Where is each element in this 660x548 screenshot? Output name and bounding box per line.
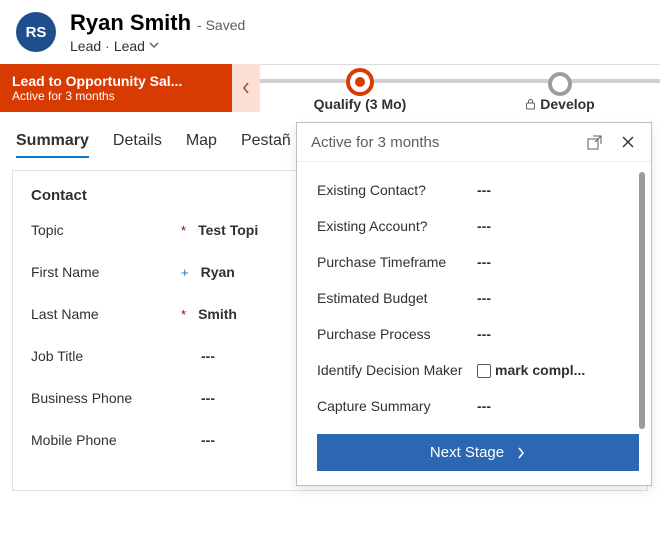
- close-icon[interactable]: [619, 133, 637, 151]
- form-selector[interactable]: Lead: [114, 38, 159, 54]
- stage-indicator-icon: [346, 68, 374, 96]
- field-value: Test Topi: [198, 222, 258, 238]
- stage-flyout: Active for 3 months Existing Contact? --…: [296, 122, 652, 486]
- step-label: Capture Summary: [317, 398, 477, 414]
- step-value: ---: [477, 182, 491, 198]
- field-label: Last Name: [31, 306, 181, 322]
- step-value: ---: [477, 218, 491, 234]
- popout-icon[interactable]: [585, 133, 603, 151]
- stage-duration: (3 Mo): [365, 96, 406, 112]
- step-existing-contact[interactable]: Existing Contact? ---: [317, 182, 639, 198]
- stage-label: Develop: [540, 96, 594, 112]
- entity-type: Lead: [70, 38, 101, 54]
- record-name: Ryan Smith: [70, 10, 191, 36]
- required-icon: *: [181, 223, 198, 238]
- step-estimated-budget[interactable]: Estimated Budget ---: [317, 290, 639, 306]
- tab-details[interactable]: Details: [113, 126, 162, 158]
- next-stage-button[interactable]: Next Stage: [317, 434, 639, 471]
- process-duration: Active for 3 months: [12, 89, 220, 103]
- stage-develop[interactable]: Develop: [460, 68, 660, 112]
- step-value: mark compl...: [477, 362, 585, 378]
- step-value: ---: [477, 326, 491, 342]
- stage-indicator-icon: [548, 72, 572, 96]
- chevron-right-icon: [516, 446, 526, 460]
- chevron-left-icon: [241, 81, 251, 95]
- step-label: Purchase Process: [317, 326, 477, 342]
- field-label: Mobile Phone: [31, 432, 181, 448]
- saved-status: - Saved: [197, 17, 245, 33]
- chevron-down-icon: [149, 40, 159, 50]
- step-label: Estimated Budget: [317, 290, 477, 306]
- tab-summary[interactable]: Summary: [16, 126, 89, 158]
- field-label: Business Phone: [31, 390, 181, 406]
- stage-label: Qualify: [314, 96, 361, 112]
- field-label: First Name: [31, 264, 181, 280]
- field-value: ---: [201, 390, 215, 406]
- step-value: ---: [477, 254, 491, 270]
- avatar[interactable]: RS: [16, 12, 56, 52]
- scrollbar[interactable]: [639, 172, 645, 429]
- field-value: Ryan: [201, 264, 235, 280]
- field-value: ---: [201, 348, 215, 364]
- step-identify-decision-maker[interactable]: Identify Decision Maker mark compl...: [317, 362, 639, 378]
- step-capture-summary[interactable]: Capture Summary ---: [317, 398, 639, 414]
- step-value: ---: [477, 290, 491, 306]
- field-value: ---: [201, 432, 215, 448]
- tab-map[interactable]: Map: [186, 126, 217, 158]
- next-stage-label: Next Stage: [430, 444, 504, 461]
- field-value: Smith: [198, 306, 237, 322]
- separator: ·: [105, 38, 110, 54]
- step-value: ---: [477, 398, 491, 414]
- form-selector-label: Lead: [114, 38, 145, 54]
- step-label: Existing Contact?: [317, 182, 477, 198]
- step-label: Existing Account?: [317, 218, 477, 234]
- step-label: Identify Decision Maker: [317, 362, 477, 378]
- checkbox-label: mark compl...: [495, 362, 585, 378]
- required-icon: *: [181, 307, 198, 322]
- checkbox-icon[interactable]: [477, 364, 491, 378]
- step-label: Purchase Timeframe: [317, 254, 477, 270]
- lock-icon: [525, 98, 536, 110]
- recommended-icon: +: [181, 265, 201, 280]
- field-label: Topic: [31, 222, 181, 238]
- flyout-title: Active for 3 months: [311, 134, 439, 151]
- field-label: Job Title: [31, 348, 181, 364]
- stage-qualify[interactable]: Qualify (3 Mo): [260, 68, 460, 112]
- process-name: Lead to Opportunity Sal...: [12, 73, 220, 89]
- step-existing-account[interactable]: Existing Account? ---: [317, 218, 639, 234]
- process-banner[interactable]: Lead to Opportunity Sal... Active for 3 …: [0, 64, 232, 112]
- step-purchase-process[interactable]: Purchase Process ---: [317, 326, 639, 342]
- tab-pestan[interactable]: Pestañ: [241, 126, 291, 158]
- step-purchase-timeframe[interactable]: Purchase Timeframe ---: [317, 254, 639, 270]
- process-back-button[interactable]: [232, 64, 260, 112]
